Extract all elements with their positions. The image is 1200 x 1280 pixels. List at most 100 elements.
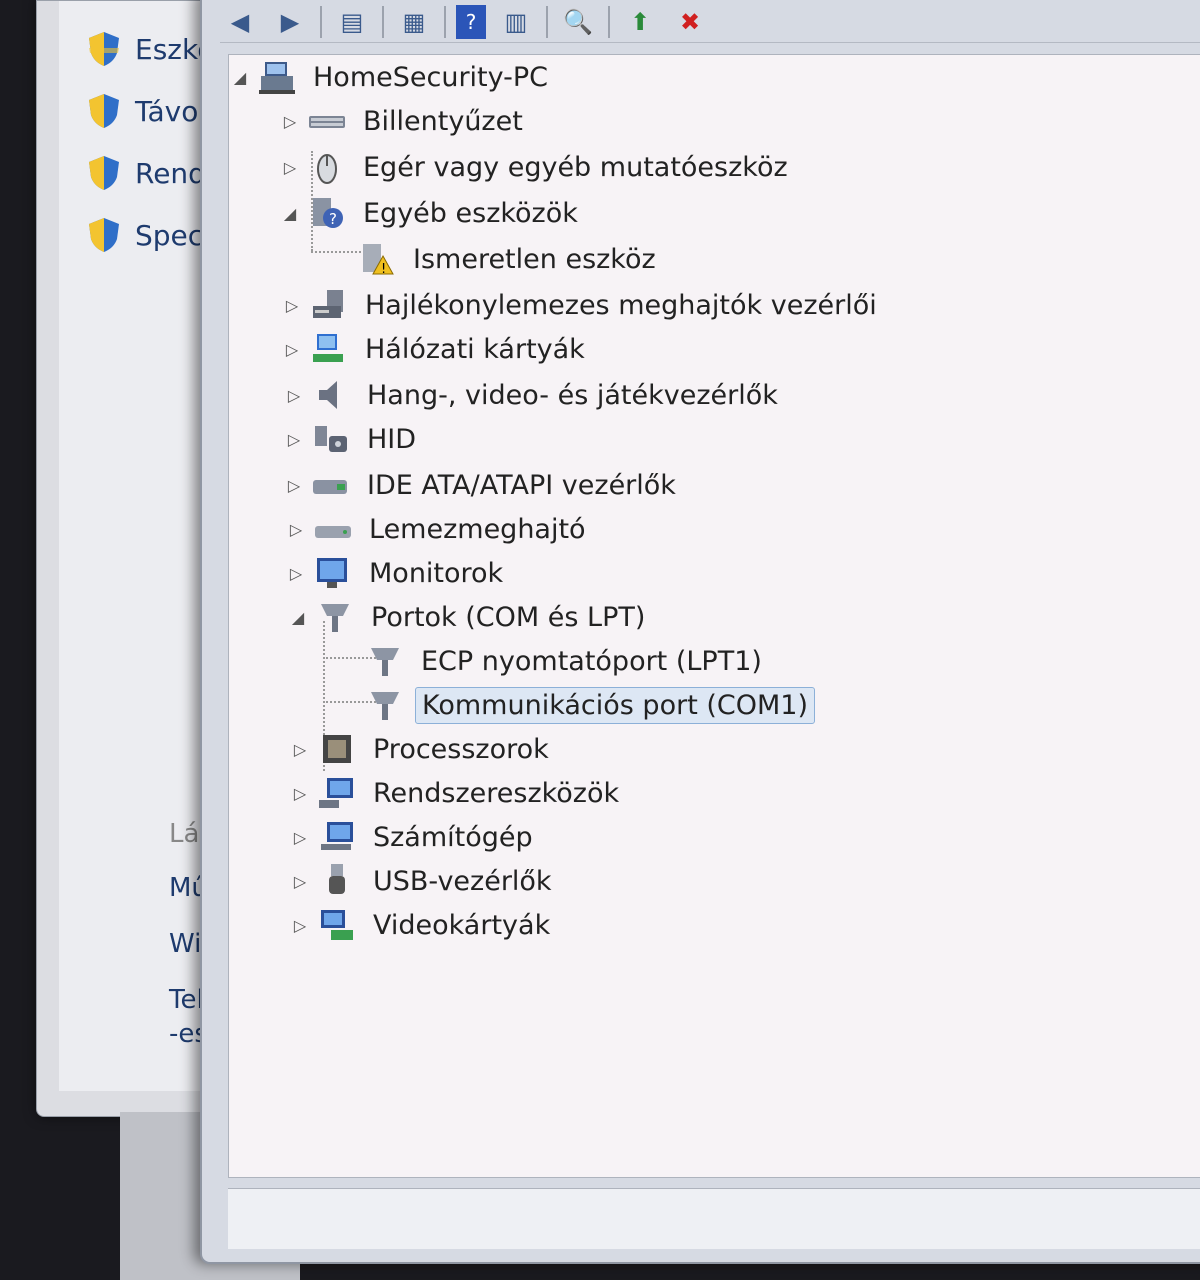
- tree-item-label: Számítógép: [373, 821, 533, 853]
- svg-text:!: !: [381, 262, 386, 277]
- expand-arrow-icon[interactable]: ▷: [279, 158, 301, 177]
- expand-arrow-icon[interactable]: ▷: [281, 340, 303, 359]
- speaker-icon: [311, 376, 351, 414]
- update-driver-icon[interactable]: ⬆: [620, 5, 660, 39]
- device-manager-window: ◀ ▶ ▤ ▦ ? ▥ 🔍 ⬆ ✖ ◢ HomeSecurity-PC ▷ Bi…: [200, 0, 1200, 1264]
- tree-item-usb-controllers[interactable]: ▷ USB-vezérlők: [289, 859, 558, 903]
- tree-item-processors[interactable]: ▷ Processzorok: [289, 727, 555, 771]
- tree-item-com1[interactable]: Kommunikációs port (COM1): [337, 683, 816, 727]
- shield-icon: [89, 94, 119, 128]
- unknown-device-icon: ?: [307, 194, 347, 232]
- collapse-arrow-icon[interactable]: ◢: [229, 68, 251, 87]
- tree-item-unknown-device[interactable]: ! Ismeretlen eszköz: [329, 237, 662, 281]
- help-icon[interactable]: ?: [456, 5, 486, 39]
- tree-item-network-adapters[interactable]: ▷ Hálózati kártyák: [281, 327, 591, 371]
- tree-root-label: HomeSecurity-PC: [313, 61, 549, 93]
- processor-icon: [317, 730, 357, 768]
- tree-item-disk-drives[interactable]: ▷ Lemezmeghajtó: [285, 507, 592, 551]
- expand-arrow-icon[interactable]: ▷: [279, 112, 301, 131]
- toolbar-separator: [320, 6, 322, 38]
- system-device-icon: [317, 774, 357, 812]
- toolbar-separator: [382, 6, 384, 38]
- back-icon[interactable]: ◀: [220, 5, 260, 39]
- collapse-arrow-icon[interactable]: ◢: [287, 608, 309, 627]
- status-bar: [228, 1188, 1200, 1249]
- tree-item-label: Videokártyák: [373, 909, 551, 941]
- tree-item-floppy-controllers[interactable]: ▷ Hajlékonylemezes meghajtók vezérlői: [281, 283, 883, 327]
- tree-item-label: Hajlékonylemezes meghajtók vezérlői: [365, 289, 877, 321]
- tree-item-label: Rendszereszközök: [373, 777, 620, 809]
- disk-drive-icon: [313, 510, 353, 548]
- action-pane-icon[interactable]: ▥: [496, 5, 536, 39]
- tree-item-display-adapters[interactable]: ▷ Videokártyák: [289, 903, 556, 947]
- toolbar-separator: [546, 6, 548, 38]
- tree-item-label: Monitorok: [369, 557, 504, 589]
- shield-icon: [89, 218, 119, 252]
- computer-icon: [257, 58, 297, 96]
- expand-arrow-icon[interactable]: ▷: [289, 740, 311, 759]
- computer-icon: [317, 818, 357, 856]
- tree-item-ports[interactable]: ◢ Portok (COM és LPT): [287, 595, 651, 639]
- collapse-arrow-icon[interactable]: ◢: [279, 204, 301, 223]
- warning-device-icon: !: [357, 240, 397, 278]
- forward-icon[interactable]: ▶: [270, 5, 310, 39]
- hid-icon: [311, 420, 351, 458]
- tree-item-label: Processzorok: [373, 733, 549, 765]
- properties-icon[interactable]: ▦: [394, 5, 434, 39]
- shield-icon: [89, 32, 119, 66]
- tree-item-hid[interactable]: ▷ HID: [283, 417, 422, 461]
- task-link-remote[interactable]: Távoli: [87, 91, 214, 131]
- expand-arrow-icon[interactable]: ▷: [289, 784, 311, 803]
- tree-item-label: Kommunikációs port (COM1): [415, 686, 816, 724]
- tree-item-label: IDE ATA/ATAPI vezérlők: [367, 469, 676, 501]
- keyboard-icon: [307, 102, 347, 140]
- usb-icon: [317, 862, 357, 900]
- expand-arrow-icon[interactable]: ▷: [283, 386, 305, 405]
- port-icon: [365, 642, 405, 680]
- tree-item-label: HID: [367, 423, 417, 455]
- tree-item-ide-controllers[interactable]: ▷ IDE ATA/ATAPI vezérlők: [283, 463, 682, 507]
- toolbar: ◀ ▶ ▤ ▦ ? ▥ 🔍 ⬆ ✖: [220, 2, 1200, 43]
- expand-arrow-icon[interactable]: ▷: [281, 296, 303, 315]
- mouse-icon: [307, 148, 347, 186]
- tree-item-label: Billentyűzet: [363, 105, 523, 137]
- uninstall-icon[interactable]: ✖: [670, 5, 710, 39]
- tree-item-label: Ismeretlen eszköz: [413, 243, 656, 275]
- tree-item-system-devices[interactable]: ▷ Rendszereszközök: [289, 771, 625, 815]
- scan-hardware-icon[interactable]: 🔍: [558, 5, 598, 39]
- tree-item-label: ECP nyomtatóport (LPT1): [421, 645, 762, 677]
- toolbar-separator: [444, 6, 446, 38]
- tree-item-other-devices[interactable]: ◢ ? Egyéb eszközök: [279, 191, 584, 235]
- port-icon: [315, 598, 355, 636]
- tree-item-monitors[interactable]: ▷ Monitorok: [285, 551, 509, 595]
- tree-item-label: Portok (COM és LPT): [371, 601, 646, 633]
- tree-item-mouse[interactable]: ▷ Egér vagy egyéb mutatóeszköz: [279, 145, 794, 189]
- tree-root[interactable]: ◢ HomeSecurity-PC: [229, 55, 554, 99]
- tree-item-label: Egér vagy egyéb mutatóeszköz: [363, 151, 788, 183]
- expand-arrow-icon[interactable]: ▷: [289, 828, 311, 847]
- monitor-icon: [313, 554, 353, 592]
- device-tree[interactable]: ◢ HomeSecurity-PC ▷ Billentyűzet ▷ Egér …: [228, 54, 1200, 1178]
- expand-arrow-icon[interactable]: ▷: [285, 520, 307, 539]
- toolbar-separator: [608, 6, 610, 38]
- tree-item-sound-video-game[interactable]: ▷ Hang-, video- és játékvezérlők: [283, 373, 784, 417]
- tree-item-label: Hálózati kártyák: [365, 333, 585, 365]
- shield-icon: [89, 156, 119, 190]
- tree-item-label: Lemezmeghajtó: [369, 513, 586, 545]
- expand-arrow-icon[interactable]: ▷: [289, 916, 311, 935]
- network-adapter-icon: [309, 330, 349, 368]
- tree-item-lpt1[interactable]: ECP nyomtatóport (LPT1): [337, 639, 768, 683]
- tree-item-label: Egyéb eszközök: [363, 197, 578, 229]
- tree-item-computer[interactable]: ▷ Számítógép: [289, 815, 539, 859]
- display-adapter-icon: [317, 906, 357, 944]
- expand-arrow-icon[interactable]: ▷: [285, 564, 307, 583]
- tree-item-keyboard[interactable]: ▷ Billentyűzet: [279, 99, 529, 143]
- tree-item-label: Hang-, video- és játékvezérlők: [367, 379, 778, 411]
- show-hide-tree-icon[interactable]: ▤: [332, 5, 372, 39]
- svg-text:?: ?: [329, 210, 337, 228]
- ide-controller-icon: [311, 466, 351, 504]
- expand-arrow-icon[interactable]: ▷: [283, 430, 305, 449]
- expand-arrow-icon[interactable]: ▷: [289, 872, 311, 891]
- floppy-controller-icon: [309, 286, 349, 324]
- expand-arrow-icon[interactable]: ▷: [283, 476, 305, 495]
